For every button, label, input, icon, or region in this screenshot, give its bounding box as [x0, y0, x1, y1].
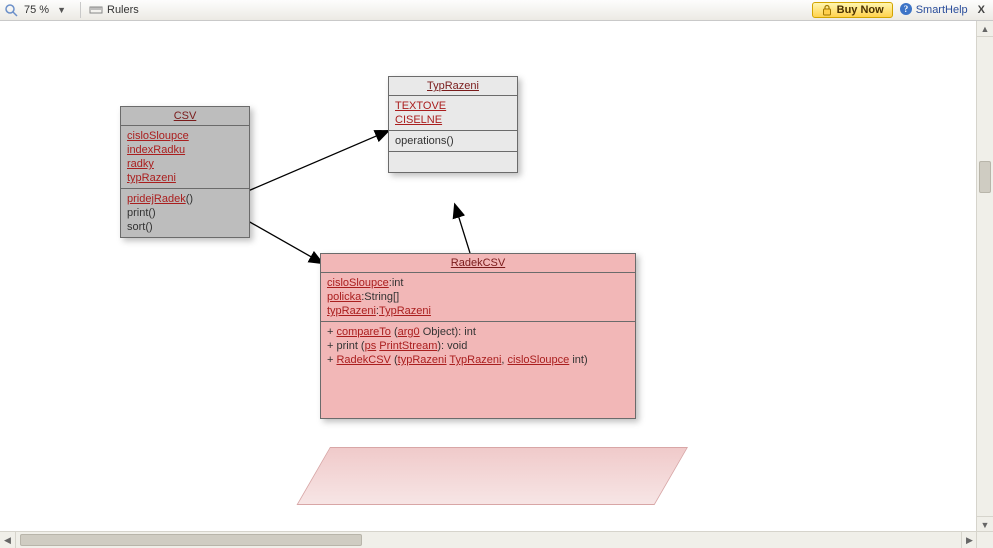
top-toolbar: 75 % ▼ Rulers Buy Now ? SmartHelp X	[0, 0, 993, 21]
rulers-label[interactable]: Rulers	[107, 4, 139, 16]
diagram-canvas[interactable]: CSV cisloSloupce indexRadku radky typRaz…	[0, 21, 977, 532]
attr: indexRadku	[127, 144, 185, 156]
operations-section: + compareTo (arg0 Object): int + print (…	[321, 322, 635, 418]
class-title: RadekCSV	[321, 254, 635, 273]
uml-class-typrazeni[interactable]: TypRazeni TEXTOVE CISELNE operations()	[388, 76, 518, 173]
close-button[interactable]: X	[974, 4, 989, 16]
zoom-dropdown-icon[interactable]: ▼	[57, 5, 66, 15]
svg-text:?: ?	[903, 4, 908, 14]
attr: cisloSloupce	[127, 130, 189, 142]
op: operations()	[395, 134, 511, 148]
help-icon: ?	[899, 2, 913, 19]
op: pridejRadek	[127, 193, 186, 205]
attributes-section: TEXTOVE CISELNE	[389, 96, 517, 131]
scroll-up-arrow-icon[interactable]: ▲	[977, 21, 993, 37]
op: print()	[127, 206, 243, 220]
scroll-left-arrow-icon[interactable]: ◀	[0, 532, 16, 548]
attr: radky	[127, 158, 154, 170]
rulers-icon[interactable]	[89, 3, 103, 17]
buy-now-button[interactable]: Buy Now	[812, 2, 893, 18]
attr: typRazeni	[127, 172, 176, 184]
class-title: CSV	[121, 107, 249, 126]
class-title: TypRazeni	[389, 77, 517, 96]
zoom-icon[interactable]	[4, 3, 18, 17]
uml-class-csv[interactable]: CSV cisloSloupce indexRadku radky typRaz…	[120, 106, 250, 238]
operations-section: operations()	[389, 131, 517, 152]
attr: CISELNE	[395, 114, 442, 126]
buy-now-label: Buy Now	[837, 4, 884, 16]
empty-section	[389, 152, 517, 172]
scrollbar-corner	[976, 531, 993, 548]
radekcsv-3d-floor	[297, 447, 688, 505]
attributes-section: cisloSloupce:int policka:String[] typRaz…	[321, 273, 635, 322]
scroll-down-arrow-icon[interactable]: ▼	[977, 516, 993, 532]
op: sort()	[127, 220, 243, 234]
attr: TEXTOVE	[395, 100, 446, 112]
hscroll-thumb[interactable]	[20, 534, 362, 546]
diagram-workspace: CSV cisloSloupce indexRadku radky typRaz…	[0, 21, 993, 548]
smarthelp-label: SmartHelp	[916, 4, 968, 16]
zoom-value[interactable]: 75 %	[24, 4, 49, 16]
attributes-section: cisloSloupce indexRadku radky typRazeni	[121, 126, 249, 189]
uml-class-radekcsv[interactable]: RadekCSV cisloSloupce:int policka:String…	[320, 253, 636, 419]
vertical-scrollbar[interactable]: ▲ ▼	[976, 21, 993, 532]
scroll-right-arrow-icon[interactable]: ▶	[961, 532, 977, 548]
toolbar-separator	[80, 2, 81, 18]
smarthelp-button[interactable]: ? SmartHelp	[899, 2, 968, 19]
horizontal-scrollbar[interactable]: ◀ ▶	[0, 531, 977, 548]
operations-section: pridejRadek() print() sort()	[121, 189, 249, 237]
vscroll-thumb[interactable]	[979, 161, 991, 193]
lock-icon	[821, 4, 833, 16]
